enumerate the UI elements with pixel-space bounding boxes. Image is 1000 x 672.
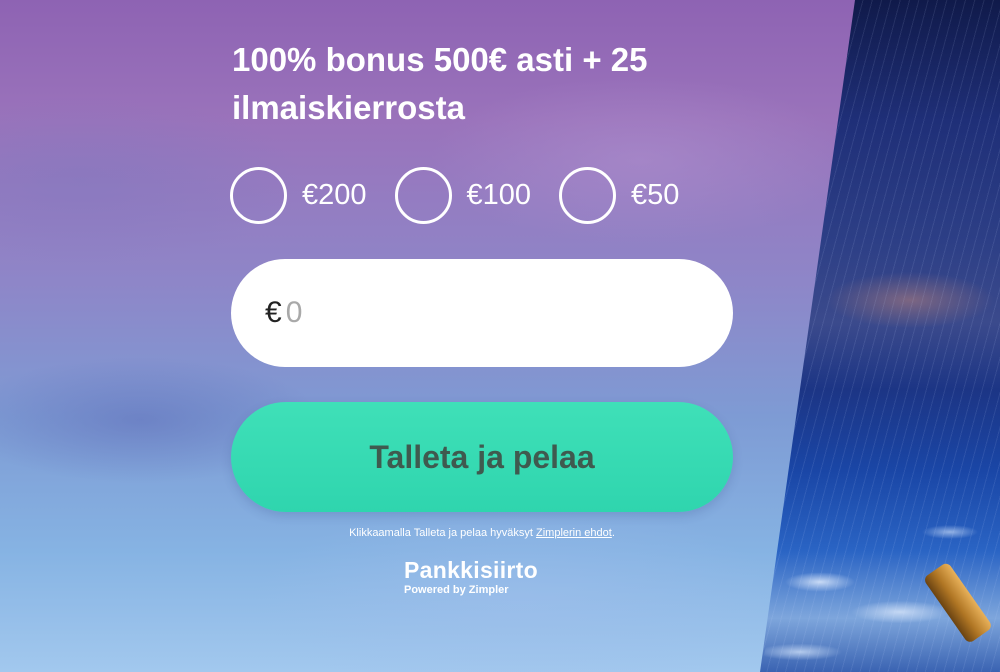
amount-option-label: €50 <box>631 178 680 211</box>
terms-text-after: . <box>611 527 615 539</box>
amount-option-200[interactable]: €200 <box>230 166 367 224</box>
amount-options: €200 €100 €50 <box>230 166 707 224</box>
zimpler-terms-link[interactable]: Zimplerin ehdot <box>536 527 612 539</box>
deposit-panel: 100% bonus 500€ asti + 25 ilmaiskierrost… <box>0 0 1000 672</box>
amount-input[interactable] <box>285 296 666 330</box>
provider-powered-by: Powered by Zimpler <box>404 584 509 596</box>
radio-circle-icon[interactable] <box>394 166 452 224</box>
terms-text: Klikkaamalla Talleta ja pelaa hyväksyt Z… <box>231 527 733 539</box>
radio-circle-icon[interactable] <box>559 166 617 224</box>
amount-option-label: €200 <box>302 178 367 211</box>
provider-name: Pankkisiirto <box>404 557 538 583</box>
bonus-headline: 100% bonus 500€ asti + 25 ilmaiskierrost… <box>232 41 648 126</box>
deposit-and-play-button[interactable]: Talleta ja pelaa <box>231 402 733 512</box>
payment-provider: Pankkisiirto Powered by Zimpler <box>404 557 538 596</box>
amount-option-50[interactable]: €50 <box>559 166 680 224</box>
amount-option-100[interactable]: €100 <box>394 166 532 224</box>
terms-text-before: Klikkaamalla Talleta ja pelaa hyväksyt <box>349 527 536 539</box>
currency-sign: € <box>265 296 282 329</box>
radio-circle-icon[interactable] <box>230 166 287 224</box>
amount-field[interactable]: € <box>231 259 733 367</box>
amount-option-label: €100 <box>466 178 532 211</box>
